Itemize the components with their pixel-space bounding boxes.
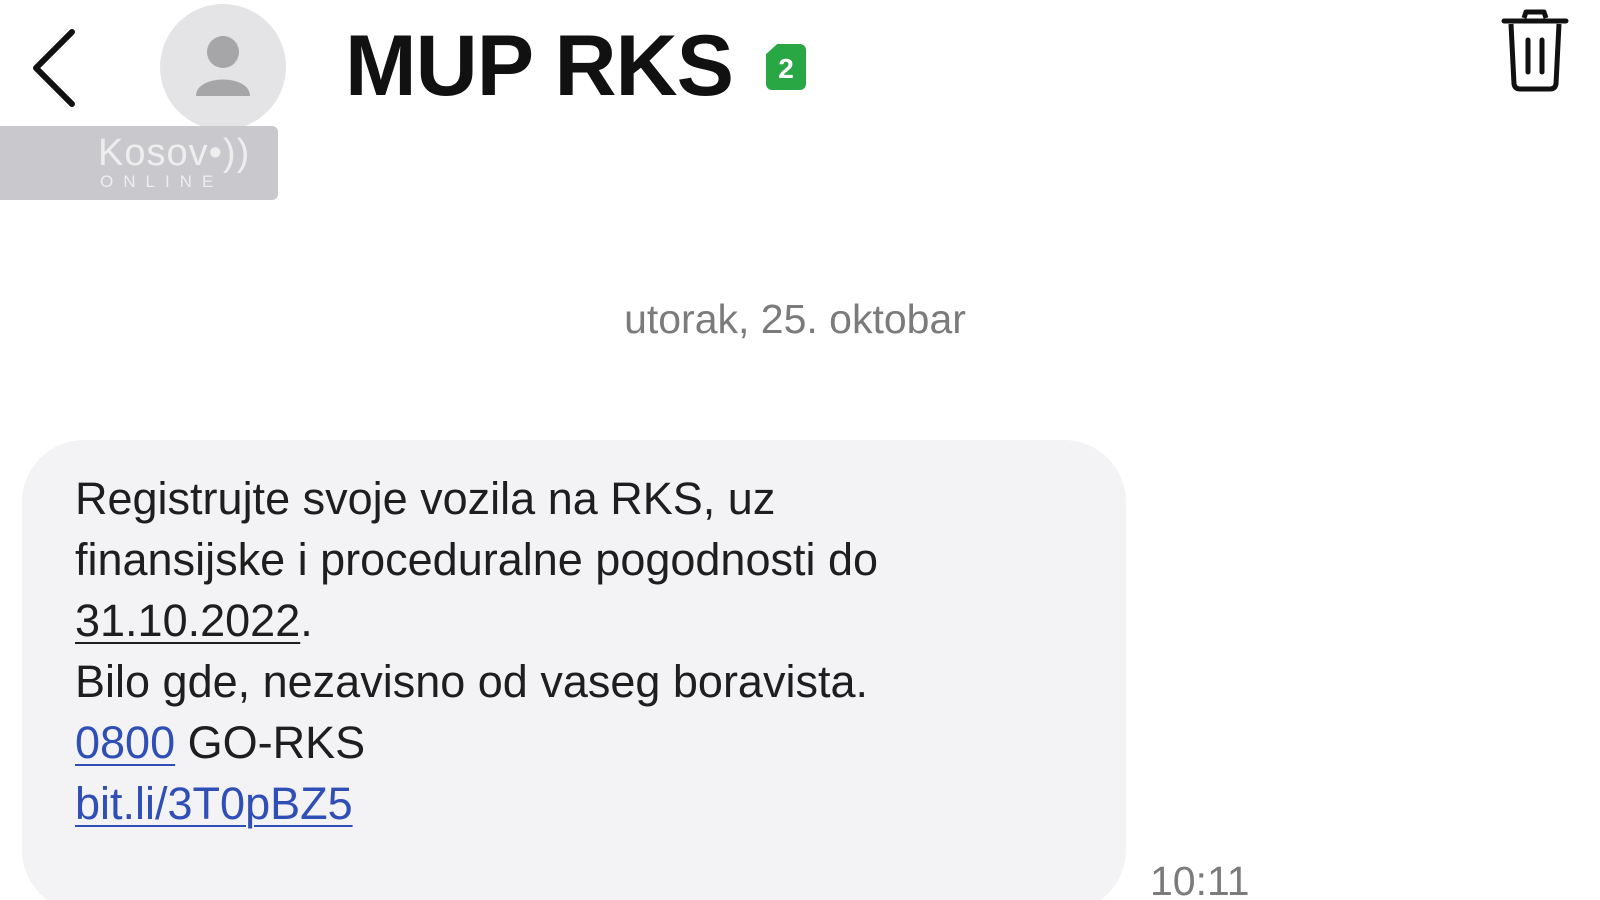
- contact-name: MUP RKS: [345, 18, 734, 114]
- date-suffix: .: [300, 595, 313, 646]
- person-icon: [196, 36, 250, 96]
- message-line: Registrujte svoje vozila na RKS, uz: [75, 473, 776, 524]
- watermark-logo: Kosov•)) ONLINE: [0, 126, 278, 200]
- message-text: Registrujte svoje vozila na RKS, uz fina…: [75, 468, 1085, 834]
- message-line: bit.li/3T0pBZ5: [75, 773, 1085, 834]
- watermark-subtitle: ONLINE: [100, 172, 224, 191]
- back-button[interactable]: [26, 24, 82, 112]
- message-line: Bilo gde, nezavisno od vaseg boravista.: [75, 656, 868, 707]
- phone-link[interactable]: 0800: [75, 717, 175, 768]
- url-link[interactable]: bit.li/3T0pBZ5: [75, 778, 353, 829]
- watermark-brand: Kosov•)): [98, 132, 251, 174]
- avatar[interactable]: [160, 4, 286, 130]
- sim-badge: 2: [766, 44, 806, 90]
- phone-text: GO-RKS: [175, 717, 366, 768]
- message-line: finansijske i proceduralne pogodnosti do: [75, 534, 879, 585]
- message-line: 31.10.2022.: [75, 590, 1085, 651]
- message-line: 0800 GO-RKS: [75, 712, 1085, 773]
- chevron-left-icon: [33, 29, 75, 107]
- delete-button[interactable]: [1498, 8, 1572, 94]
- date-separator: utorak, 25. oktobar: [624, 296, 966, 342]
- date-link[interactable]: 31.10.2022: [75, 595, 300, 646]
- trash-icon: [1501, 9, 1569, 92]
- message-time: 10:11: [1150, 858, 1250, 900]
